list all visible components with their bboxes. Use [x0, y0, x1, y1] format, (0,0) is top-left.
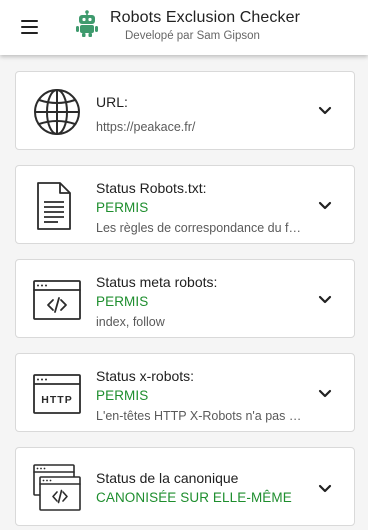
x-robots-card[interactable]: HTTP Status x-robots: PERMIS L'en-têtes … [15, 353, 355, 432]
menu-icon-line [20, 26, 38, 28]
canonical-card[interactable]: Status de la canonique CANONISÉE SUR ELL… [15, 447, 355, 526]
x-robots-status: PERMIS [96, 388, 149, 403]
menu-icon-line [20, 32, 38, 34]
meta-robots-detail: index, follow [96, 315, 165, 329]
app-title: Robots Exclusion Checker [110, 9, 301, 26]
meta-robots-card[interactable]: Status meta robots: PERMIS index, follow [15, 259, 355, 338]
app-subtitle: Developé par Sam Gipson [125, 30, 260, 42]
chevron-down-icon [318, 389, 332, 398]
robot-logo-icon [76, 10, 98, 37]
menu-icon-line [20, 20, 38, 22]
canonical-windows-icon [33, 464, 81, 511]
globe-icon [34, 89, 80, 135]
robots-txt-status: PERMIS [96, 200, 149, 215]
chevron-down-icon [318, 106, 332, 115]
http-icon-text: HTTP [41, 394, 72, 406]
robots-txt-label: Status Robots.txt: [96, 180, 207, 196]
url-label: URL: [96, 94, 128, 110]
canonical-status: CANONISÉE SUR ELLE-MÊME [96, 490, 292, 505]
menu-button[interactable] [14, 14, 44, 40]
meta-robots-status: PERMIS [96, 294, 149, 309]
x-robots-detail: L'en-têtes HTTP X-Robots n'a pas été tro… [96, 409, 302, 423]
chevron-down-icon [318, 484, 332, 493]
canonical-label: Status de la canonique [96, 470, 239, 486]
url-value: https://peakace.fr/ [96, 120, 196, 134]
document-icon [37, 182, 71, 230]
chevron-down-icon [318, 295, 332, 304]
results-list: URL: https://peakace.fr/ Status Robots.t… [0, 55, 368, 530]
chevron-down-icon [318, 201, 332, 210]
x-robots-label: Status x-robots: [96, 368, 195, 384]
robots-txt-card[interactable]: Status Robots.txt: PERMIS Les règles de … [15, 165, 355, 244]
robots-txt-detail: Les règles de correspondance du fichier … [96, 221, 302, 235]
app-bar: Robots Exclusion Checker Developé par Sa… [0, 0, 368, 55]
code-window-icon [33, 280, 81, 320]
http-window-icon: HTTP [33, 374, 81, 414]
url-card[interactable]: URL: https://peakace.fr/ [15, 71, 355, 150]
meta-robots-label: Status meta robots: [96, 274, 218, 290]
